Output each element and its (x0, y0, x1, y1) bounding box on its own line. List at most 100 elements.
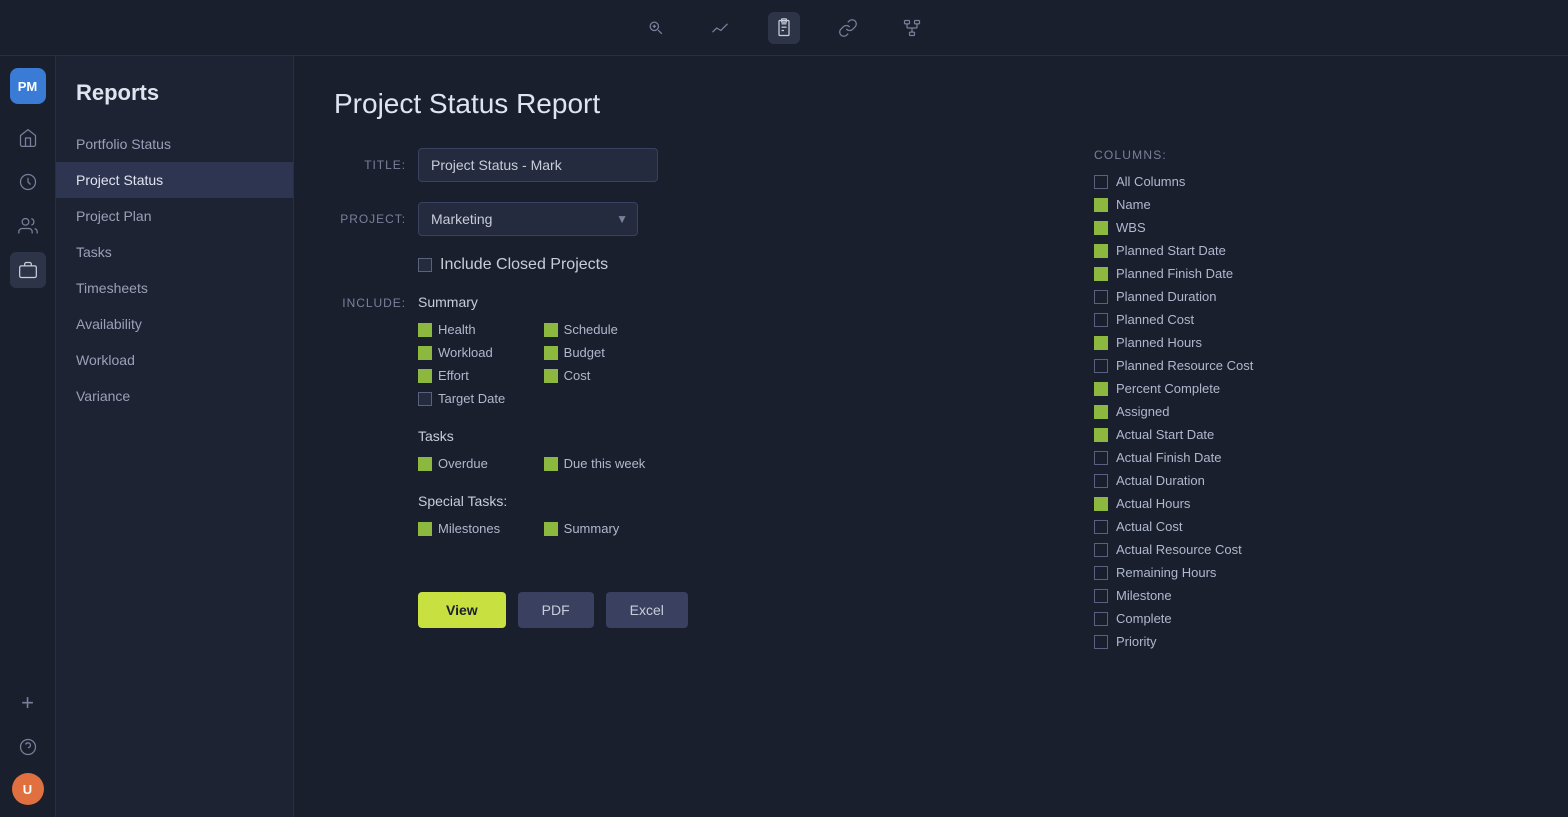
col-planned-hours-box[interactable] (1094, 336, 1108, 350)
col-assigned[interactable]: Assigned (1094, 404, 1366, 419)
col-actual-hours[interactable]: Actual Hours (1094, 496, 1366, 511)
cb-effort-box[interactable] (418, 369, 432, 383)
sidebar-item-availability[interactable]: Availability (56, 306, 293, 342)
col-planned-resource-cost-box[interactable] (1094, 359, 1108, 373)
diagram-icon[interactable] (896, 12, 928, 44)
title-input[interactable] (418, 148, 658, 182)
col-name-box[interactable] (1094, 198, 1108, 212)
history-icon[interactable] (10, 164, 46, 200)
cb-target-date-box[interactable] (418, 392, 432, 406)
col-actual-duration-label: Actual Duration (1116, 473, 1205, 488)
col-wbs-box[interactable] (1094, 221, 1108, 235)
cb-budget-box[interactable] (544, 346, 558, 360)
cb-cost-box[interactable] (544, 369, 558, 383)
col-actual-duration[interactable]: Actual Duration (1094, 473, 1366, 488)
col-all-columns-box[interactable] (1094, 175, 1108, 189)
people-icon[interactable] (10, 208, 46, 244)
col-actual-cost-box[interactable] (1094, 520, 1108, 534)
col-wbs[interactable]: WBS (1094, 220, 1366, 235)
col-actual-start-date-box[interactable] (1094, 428, 1108, 442)
col-complete-box[interactable] (1094, 612, 1108, 626)
col-actual-duration-box[interactable] (1094, 474, 1108, 488)
col-priority-box[interactable] (1094, 635, 1108, 649)
cb-effort[interactable]: Effort (418, 368, 520, 383)
col-planned-duration-box[interactable] (1094, 290, 1108, 304)
tasks-group-title: Tasks (418, 428, 645, 444)
link-icon[interactable] (832, 12, 864, 44)
help-icon[interactable] (10, 729, 46, 765)
col-percent-complete[interactable]: Percent Complete (1094, 381, 1366, 396)
cb-cost[interactable]: Cost (544, 368, 646, 383)
clipboard-icon[interactable] (768, 12, 800, 44)
cb-due-this-week-label: Due this week (564, 456, 646, 471)
add-icon[interactable]: + (10, 685, 46, 721)
cb-workload-label: Workload (438, 345, 493, 360)
excel-button[interactable]: Excel (606, 592, 688, 628)
cb-overdue-box[interactable] (418, 457, 432, 471)
col-planned-cost[interactable]: Planned Cost (1094, 312, 1366, 327)
col-actual-resource-cost[interactable]: Actual Resource Cost (1094, 542, 1366, 557)
cb-overdue[interactable]: Overdue (418, 456, 520, 471)
col-planned-duration[interactable]: Planned Duration (1094, 289, 1366, 304)
cb-workload-box[interactable] (418, 346, 432, 360)
col-actual-cost-label: Actual Cost (1116, 519, 1182, 534)
cb-health-box[interactable] (418, 323, 432, 337)
cb-budget[interactable]: Budget (544, 345, 646, 360)
sidebar-item-project-plan[interactable]: Project Plan (56, 198, 293, 234)
cb-due-this-week[interactable]: Due this week (544, 456, 646, 471)
icon-sidebar: PM + U (0, 56, 56, 817)
col-actual-start-date[interactable]: Actual Start Date (1094, 427, 1366, 442)
sidebar-item-portfolio-status[interactable]: Portfolio Status (56, 126, 293, 162)
cb-summary-box[interactable] (544, 522, 558, 536)
cb-schedule[interactable]: Schedule (544, 322, 646, 337)
sidebar-item-variance[interactable]: Variance (56, 378, 293, 414)
col-percent-complete-box[interactable] (1094, 382, 1108, 396)
sidebar-item-tasks[interactable]: Tasks (56, 234, 293, 270)
col-planned-hours[interactable]: Planned Hours (1094, 335, 1366, 350)
sidebar-item-workload[interactable]: Workload (56, 342, 293, 378)
col-actual-cost[interactable]: Actual Cost (1094, 519, 1366, 534)
col-planned-start-date[interactable]: Planned Start Date (1094, 243, 1366, 258)
view-button[interactable]: View (418, 592, 506, 628)
top-toolbar (0, 0, 1568, 56)
briefcase-icon[interactable] (10, 252, 46, 288)
col-remaining-hours[interactable]: Remaining Hours (1094, 565, 1366, 580)
col-actual-resource-cost-box[interactable] (1094, 543, 1108, 557)
cb-milestones-box[interactable] (418, 522, 432, 536)
col-planned-finish-date[interactable]: Planned Finish Date (1094, 266, 1366, 281)
col-name[interactable]: Name (1094, 197, 1366, 212)
col-milestone-box[interactable] (1094, 589, 1108, 603)
cb-due-this-week-box[interactable] (544, 457, 558, 471)
project-select[interactable]: Marketing Development Design Operations (418, 202, 638, 236)
col-remaining-hours-box[interactable] (1094, 566, 1108, 580)
col-planned-start-date-box[interactable] (1094, 244, 1108, 258)
cb-health[interactable]: Health (418, 322, 520, 337)
col-all-columns[interactable]: All Columns (1094, 174, 1366, 189)
user-avatar[interactable]: U (12, 773, 44, 805)
col-actual-hours-box[interactable] (1094, 497, 1108, 511)
analytics-icon[interactable] (704, 12, 736, 44)
cb-summary[interactable]: Summary (544, 521, 646, 536)
cb-target-date[interactable]: Target Date (418, 391, 520, 406)
col-planned-resource-cost[interactable]: Planned Resource Cost (1094, 358, 1366, 373)
home-icon[interactable] (10, 120, 46, 156)
cb-target-date-label: Target Date (438, 391, 505, 406)
cb-milestones[interactable]: Milestones (418, 521, 520, 536)
columns-scroll[interactable]: All Columns Name WBS Plann (1094, 174, 1374, 657)
cb-schedule-box[interactable] (544, 323, 558, 337)
col-complete[interactable]: Complete (1094, 611, 1366, 626)
col-milestone[interactable]: Milestone (1094, 588, 1366, 603)
pm-logo[interactable]: PM (10, 68, 46, 104)
search-zoom-icon[interactable] (640, 12, 672, 44)
col-actual-finish-date-box[interactable] (1094, 451, 1108, 465)
col-assigned-box[interactable] (1094, 405, 1108, 419)
include-closed-checkbox[interactable] (418, 258, 432, 272)
col-planned-finish-date-box[interactable] (1094, 267, 1108, 281)
col-priority[interactable]: Priority (1094, 634, 1366, 649)
cb-workload[interactable]: Workload (418, 345, 520, 360)
sidebar-item-timesheets[interactable]: Timesheets (56, 270, 293, 306)
col-actual-finish-date[interactable]: Actual Finish Date (1094, 450, 1366, 465)
pdf-button[interactable]: PDF (518, 592, 594, 628)
sidebar-item-project-status[interactable]: Project Status (56, 162, 293, 198)
col-planned-cost-box[interactable] (1094, 313, 1108, 327)
